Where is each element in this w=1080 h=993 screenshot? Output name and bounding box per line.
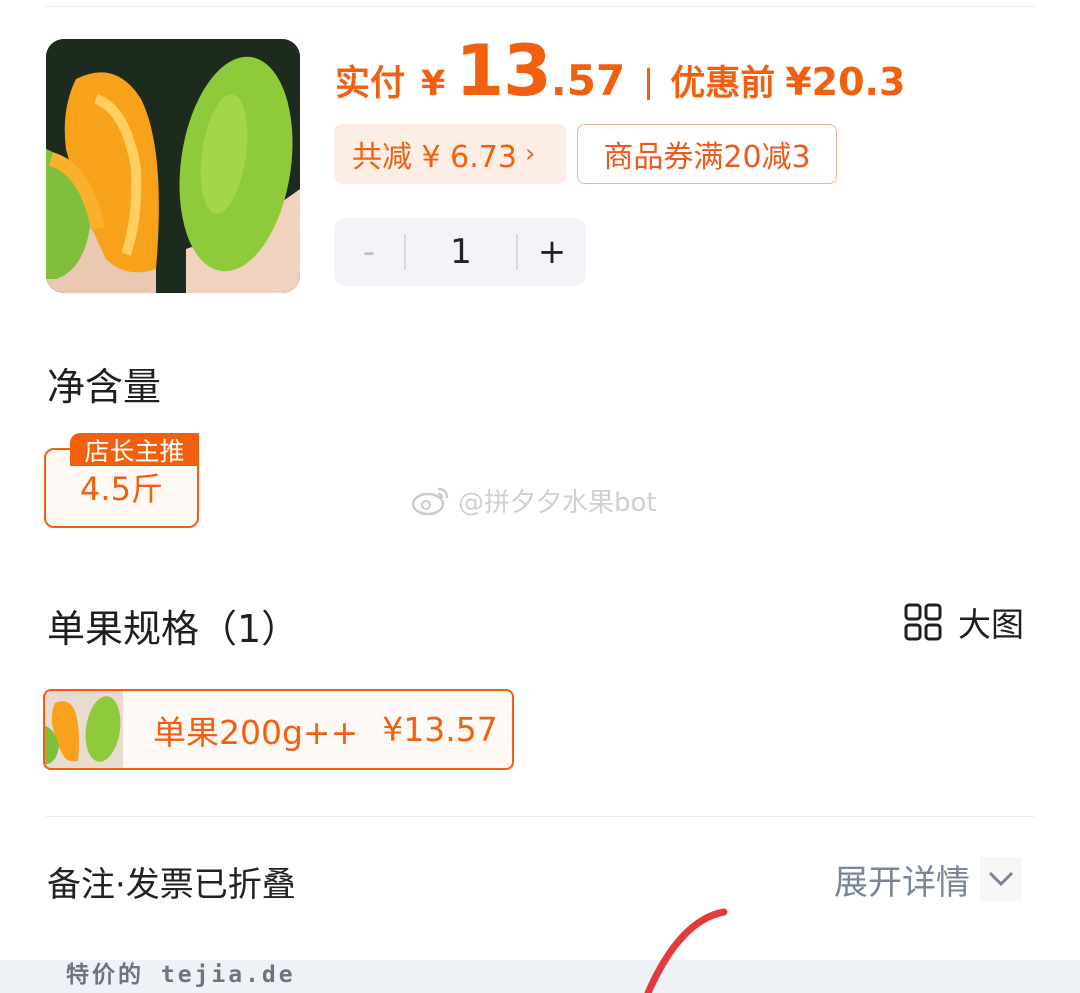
notes-invoice-label: 备注·发票已折叠 xyxy=(47,865,296,905)
big-view-label: 大图 xyxy=(958,605,1024,644)
total-discount-chip[interactable]: 共减 ¥ 6.73 › xyxy=(334,124,566,184)
increment-button[interactable]: + xyxy=(518,218,586,286)
quantity-stepper: - 1 + xyxy=(334,218,586,286)
expand-details-button[interactable]: 展开详情 xyxy=(834,857,1022,903)
grid-icon xyxy=(904,603,942,641)
product-image[interactable] xyxy=(46,39,300,293)
decrement-button[interactable]: - xyxy=(334,218,404,286)
paid-label: 实付 xyxy=(335,64,406,104)
spec-title: 单果规格（1） xyxy=(47,607,300,651)
mango-thumbnail xyxy=(45,691,123,768)
chevron-down-icon xyxy=(980,857,1022,901)
recommend-badge: 店长主推 xyxy=(70,433,199,466)
chevron-right-icon: › xyxy=(524,139,536,169)
coupon-chip[interactable]: 商品券满20减3 xyxy=(577,124,837,184)
watermark: @拼夕夕水果bot xyxy=(410,480,657,520)
discount-text: 共减 ¥ 6.73 xyxy=(352,140,517,175)
section-divider xyxy=(46,816,1034,817)
original-price: ¥20.3 xyxy=(785,60,906,104)
spec-option-label: 单果200g++ xyxy=(153,712,359,752)
spec-option-thumbnail xyxy=(45,691,123,768)
site-watermark: 特价的 tejia.de xyxy=(66,962,296,988)
weibo-icon xyxy=(411,487,449,516)
mango-illustration xyxy=(46,39,300,293)
expand-details-label: 展开详情 xyxy=(834,862,970,903)
price-integer: 13 xyxy=(455,30,551,112)
spec-option-price: ¥13.57 xyxy=(382,710,498,749)
price-decimal: .57 xyxy=(550,56,626,105)
size-option-label: 4.5斤 xyxy=(80,470,163,508)
price-row: 实付 ¥ 13 .57 优惠前 ¥20.3 xyxy=(335,36,905,116)
spec-option-text: 单果200g++ ¥13.57 xyxy=(153,691,498,768)
quantity-value[interactable]: 1 xyxy=(406,218,516,286)
watermark-text: @拼夕夕水果bot xyxy=(458,487,657,518)
spec-option-selected[interactable]: 单果200g++ ¥13.57 xyxy=(43,689,514,770)
coupon-text: 商品券满20减3 xyxy=(603,140,811,175)
top-divider xyxy=(46,6,1034,7)
net-content-title: 净含量 xyxy=(47,365,162,409)
price-separator xyxy=(647,68,651,100)
red-pen-stroke xyxy=(644,908,728,993)
currency-symbol: ¥ xyxy=(421,64,446,104)
original-price-label: 优惠前 xyxy=(670,64,776,104)
big-view-toggle[interactable]: 大图 xyxy=(904,602,1024,644)
